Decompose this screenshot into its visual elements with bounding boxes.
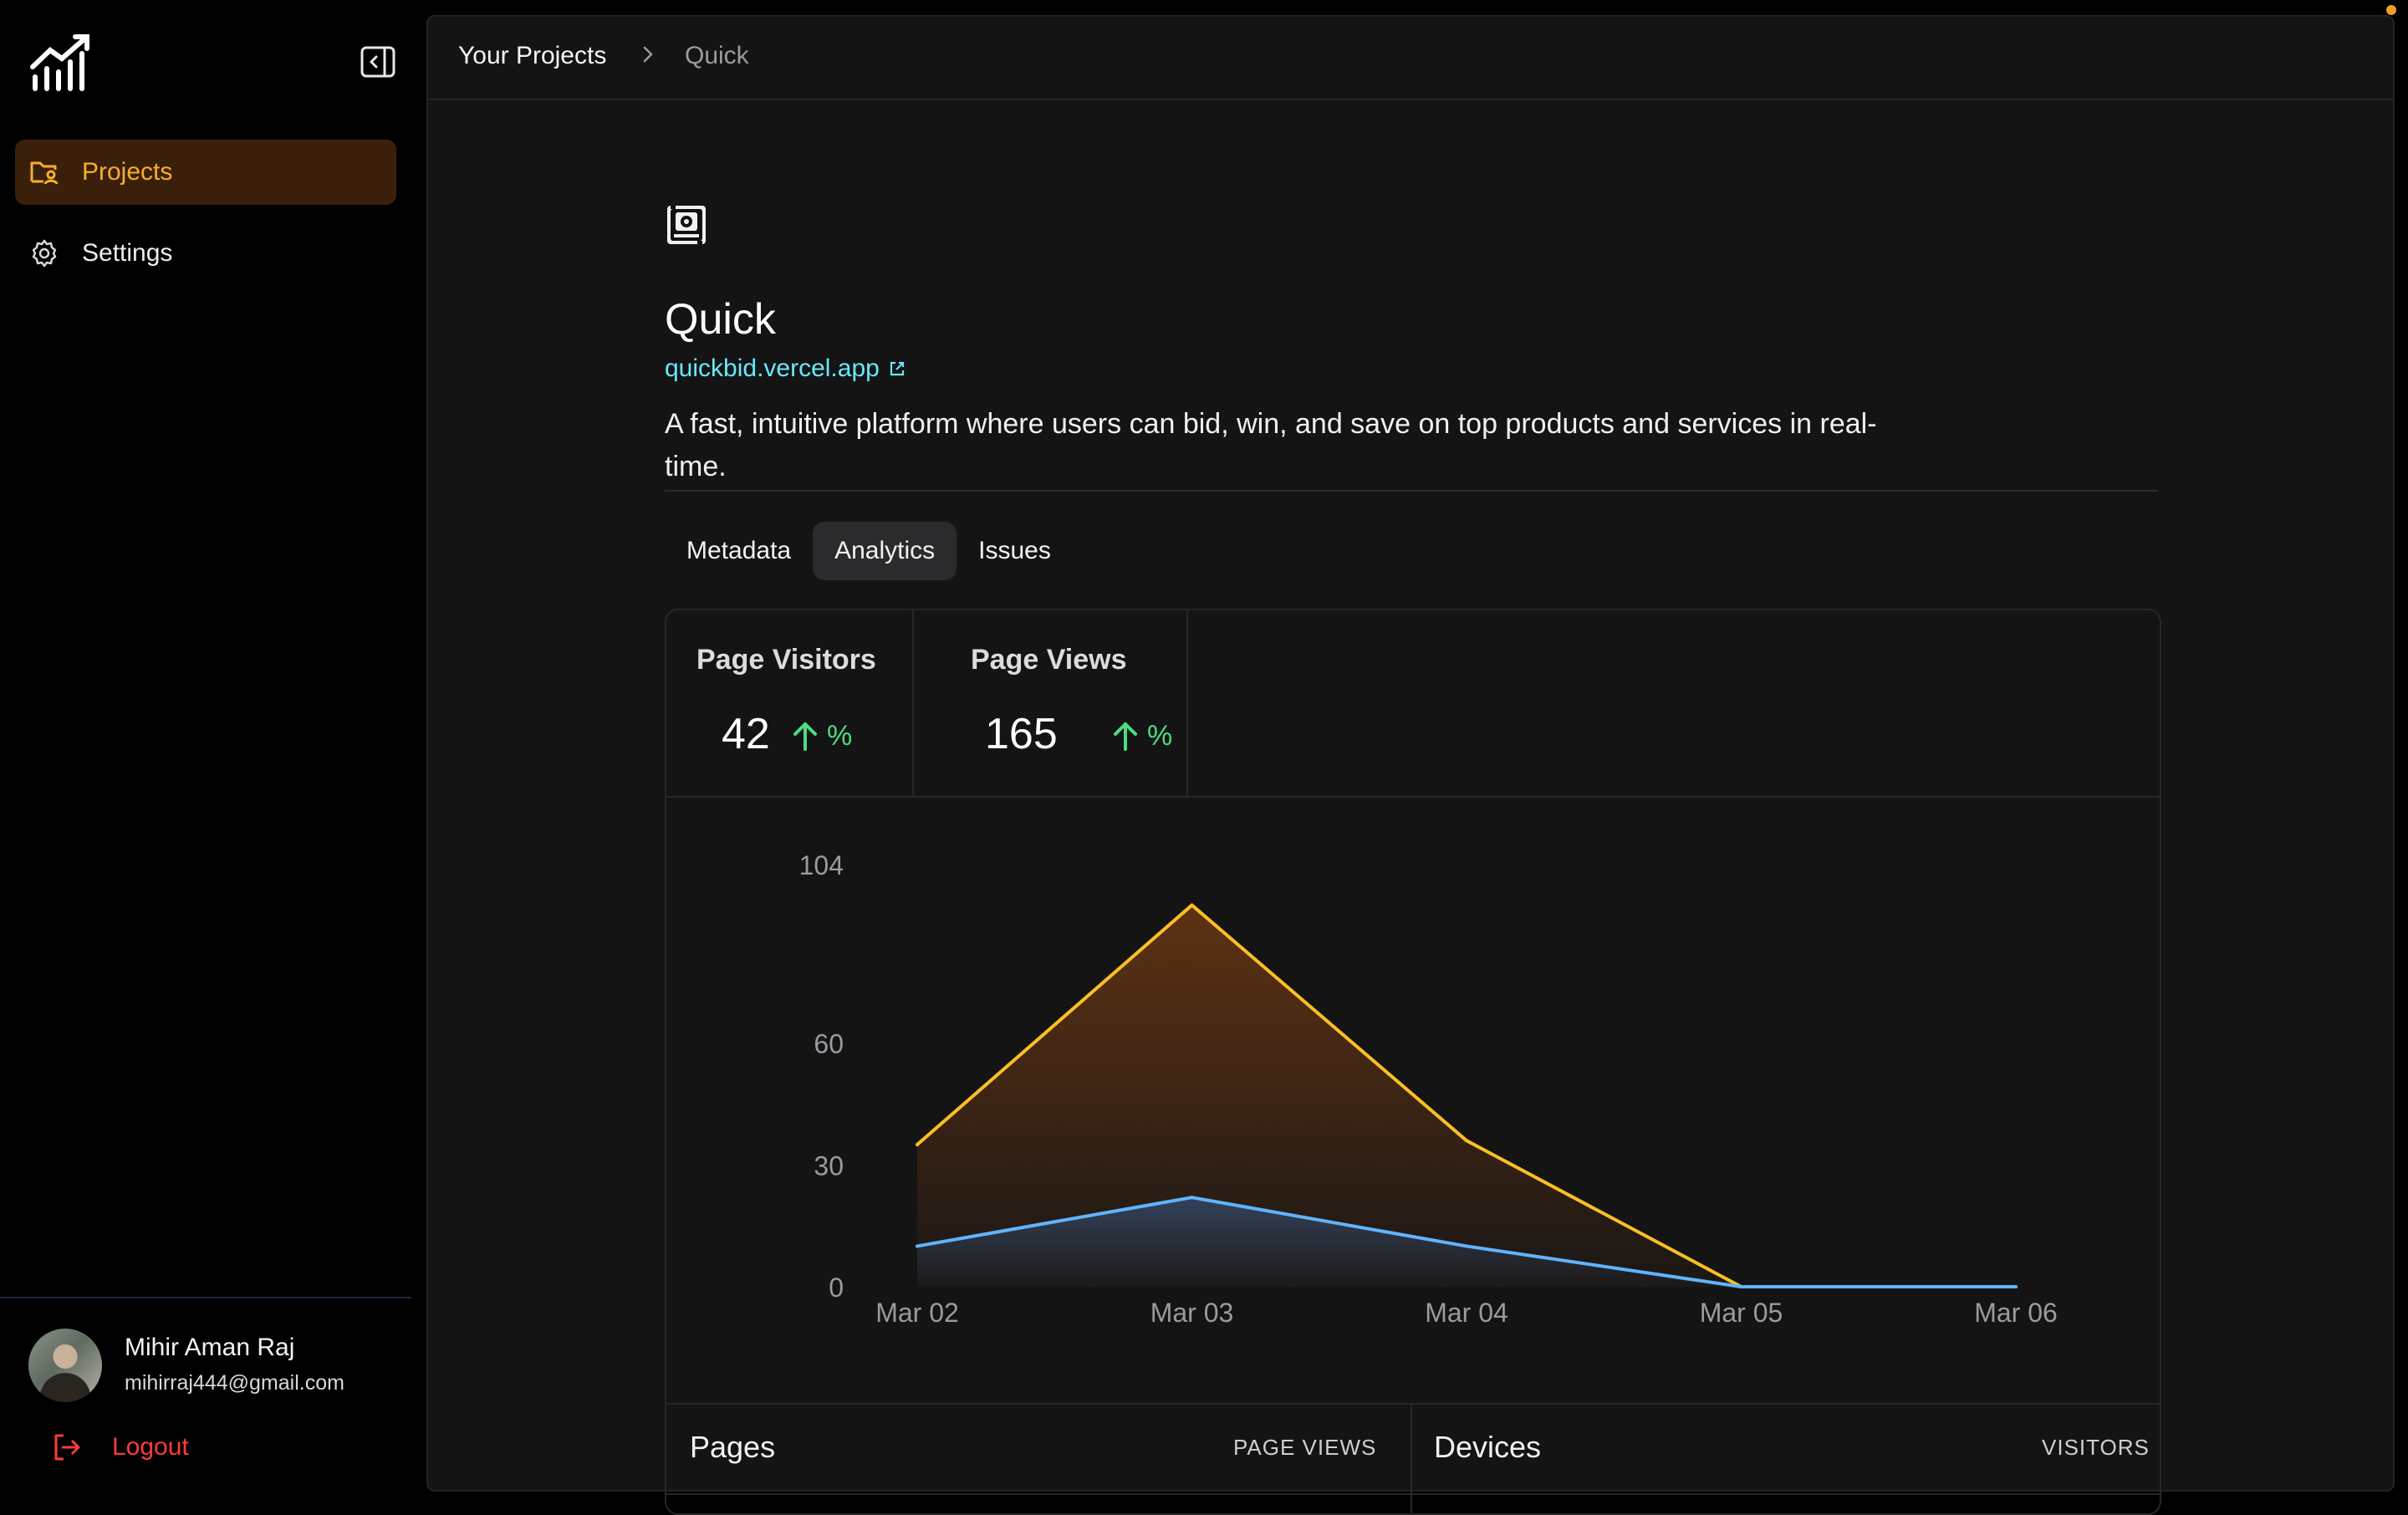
x-tick-label: Mar 06 (1974, 1298, 2058, 1328)
y-tick-label: 104 (799, 850, 844, 880)
sidebar-item-projects[interactable]: Projects (15, 140, 396, 205)
pages-column-header: PAGE VIEWS (1233, 1435, 1377, 1460)
chevron-right-icon (643, 46, 653, 63)
sidebar-divider (0, 1297, 411, 1298)
x-tick-label: Mar 03 (1150, 1298, 1234, 1328)
divider (665, 490, 2158, 492)
x-tick-label: Mar 02 (875, 1298, 959, 1328)
data-point-visitors (1739, 1285, 1743, 1288)
breadcrumb-current: Quick (685, 42, 749, 69)
analytics-card: Page Visitors 42 % Page Views 165 % 0 30… (665, 609, 2161, 1515)
analytics-logo-icon[interactable] (28, 33, 94, 94)
stat-value: 165 (985, 710, 1058, 758)
data-point-visitors (1465, 1244, 1468, 1248)
trend-indicator: % (788, 719, 852, 752)
avatar[interactable] (28, 1329, 102, 1402)
stat-page-views[interactable]: Page Views 165 % (912, 610, 1188, 796)
sidebar-item-settings[interactable]: Settings (15, 221, 396, 286)
breadcrumb: Your Projects Quick (428, 17, 2393, 100)
stat-label: Page Visitors (696, 644, 876, 676)
x-tick-label: Mar 04 (1425, 1298, 1508, 1328)
project-logo-icon (667, 206, 706, 244)
trend-indicator: % (1109, 719, 1172, 752)
data-point-views (916, 1143, 919, 1147)
trend-percent: % (1147, 719, 1173, 752)
tab-metadata[interactable]: Metadata (665, 522, 813, 580)
x-tick-label: Mar 05 (1700, 1298, 1783, 1328)
sidebar-item-label: Settings (82, 239, 173, 267)
main-panel: Your Projects Quick Quick quickbid.verce… (426, 15, 2395, 1515)
project-url-link[interactable]: quickbid.vercel.app (665, 355, 906, 383)
devices-column-header: VISITORS (2042, 1435, 2150, 1460)
y-tick-label: 30 (814, 1150, 844, 1181)
divider (1411, 1403, 1412, 1513)
y-tick-label: 0 (829, 1273, 844, 1303)
data-point-views (1190, 903, 1194, 907)
stat-value: 42 (722, 710, 770, 758)
user-name: Mihir Aman Raj (125, 1334, 295, 1361)
sidebar-item-label: Projects (82, 158, 173, 186)
trend-percent: % (827, 719, 853, 752)
project-title: Quick (665, 295, 776, 344)
data-point-visitors (1190, 1196, 1194, 1200)
tab-analytics[interactable]: Analytics (813, 522, 957, 580)
logout-icon (54, 1434, 80, 1461)
arrow-up-icon (1114, 722, 1137, 751)
stat-page-visitors[interactable]: Page Visitors 42 % (666, 610, 914, 796)
data-point-visitors (2014, 1285, 2018, 1288)
gear-icon (32, 239, 57, 268)
analytics-chart: 0 30 60 104 Mar 02 Mar 03 Mar 04 Mar 05 Mar 06 (799, 850, 2058, 1328)
tab-issues[interactable]: Issues (957, 522, 1073, 580)
arrow-up-icon (793, 722, 817, 751)
devices-panel-title: Devices (1434, 1430, 1542, 1464)
y-tick-label: 60 (814, 1029, 844, 1059)
stat-label: Page Views (971, 644, 1127, 676)
data-point-views (1465, 1139, 1468, 1143)
status-dot (2386, 5, 2396, 15)
pages-panel-title: Pages (690, 1430, 776, 1464)
logout-button[interactable]: Logout (50, 1426, 189, 1468)
divider (666, 1403, 2160, 1405)
breadcrumb-your-projects[interactable]: Your Projects (458, 42, 606, 70)
external-link-icon (890, 361, 904, 376)
project-url-text: quickbid.vercel.app (665, 355, 880, 382)
sidebar-collapse-icon[interactable] (360, 45, 396, 79)
data-point-visitors (916, 1244, 919, 1248)
logout-label: Logout (112, 1433, 189, 1461)
user-email: mihirraj444@gmail.com (125, 1371, 344, 1395)
project-tabs: Metadata Analytics Issues (665, 522, 1073, 580)
project-description: A fast, intuitive platform where users c… (665, 408, 1877, 482)
divider (666, 1493, 2160, 1495)
folder-user-icon (30, 161, 59, 185)
sidebar: Projects Settings Mihir Aman Raj mihirra… (0, 0, 411, 1505)
